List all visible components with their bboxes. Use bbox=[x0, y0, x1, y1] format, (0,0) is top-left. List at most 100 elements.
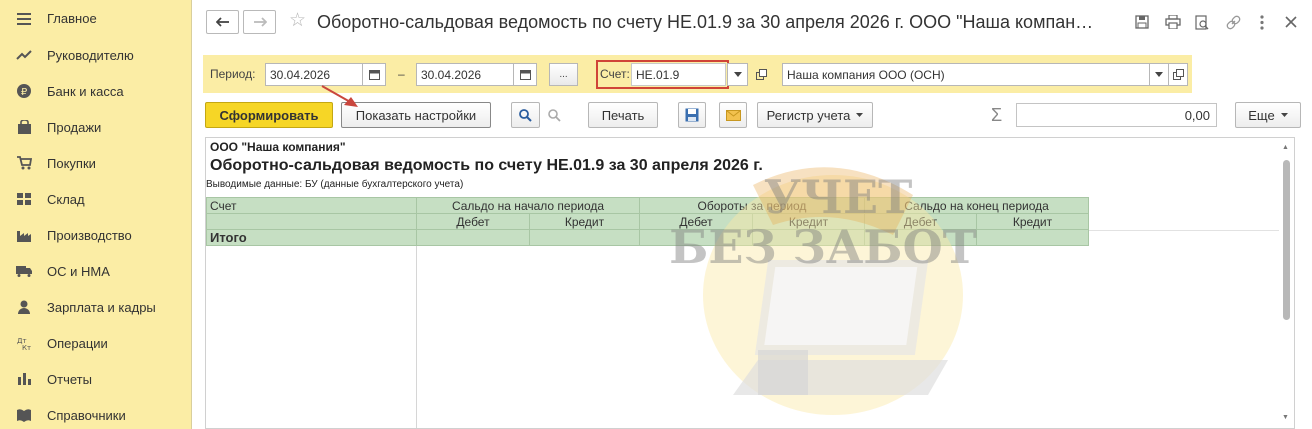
warehouse-icon bbox=[16, 191, 32, 207]
scroll-thumb[interactable] bbox=[1283, 160, 1290, 320]
svg-text:Кт: Кт bbox=[22, 344, 31, 350]
page-title: Оборотно-сальдовая ведомость по счету НЕ… bbox=[317, 12, 1094, 32]
generate-button[interactable]: Сформировать bbox=[205, 102, 333, 128]
sidebar-item-label: Главное bbox=[47, 11, 97, 26]
send-email-button[interactable] bbox=[719, 102, 747, 128]
report-document[interactable]: ООО "Наша компания" Оборотно-сальдовая в… bbox=[205, 137, 1295, 429]
sidebar-item-production[interactable]: Производство bbox=[0, 217, 191, 253]
account-dropdown-button[interactable] bbox=[727, 63, 748, 86]
scroll-up-icon[interactable]: ▲ bbox=[1282, 144, 1289, 151]
report-organization: ООО "Наша компания" bbox=[210, 140, 346, 154]
date-from-calendar-button[interactable] bbox=[362, 63, 386, 86]
svg-text:₽: ₽ bbox=[21, 87, 28, 98]
sidebar-item-label: Банк и касса bbox=[47, 83, 124, 99]
column-divider bbox=[416, 246, 417, 428]
chevron-down-icon bbox=[1155, 72, 1163, 77]
report-title: Оборотно-сальдовая ведомость по счету НЕ… bbox=[210, 157, 763, 174]
filter-bar: Период: 30.04.2026 – 30.04.2026 ... Счет… bbox=[203, 55, 1192, 93]
bag-icon bbox=[16, 119, 32, 135]
more-vertical-icon[interactable] bbox=[1253, 13, 1271, 31]
favorite-star-icon[interactable]: ☆ bbox=[289, 11, 306, 31]
print-icon[interactable] bbox=[1164, 13, 1182, 31]
date-from-field[interactable]: 30.04.2026 bbox=[265, 63, 363, 86]
total-cell bbox=[529, 229, 640, 246]
report-window: ☆ Оборотно-сальдовая ведомость по счету … bbox=[193, 0, 1312, 429]
account-field[interactable]: НЕ.01.9 bbox=[631, 63, 726, 86]
total-cell bbox=[752, 229, 865, 246]
sum-icon: Σ bbox=[991, 105, 1003, 125]
organization-open-button[interactable] bbox=[1168, 63, 1188, 86]
sidebar-item-bank[interactable]: ₽ Банк и касса bbox=[0, 73, 191, 109]
sidebar-item-fixed-assets[interactable]: ОС и НМА bbox=[0, 253, 191, 289]
sidebar-item-salary[interactable]: Зарплата и кадры bbox=[0, 289, 191, 325]
header-closing-debit: Дебет bbox=[864, 213, 977, 230]
report-table-header: Счет Сальдо на начало периода Обороты за… bbox=[206, 197, 1089, 246]
show-settings-button[interactable]: Показать настройки bbox=[341, 102, 491, 128]
calendar-icon bbox=[368, 70, 380, 80]
total-cell bbox=[416, 229, 530, 246]
ruble-icon: ₽ bbox=[16, 83, 32, 99]
factory-icon bbox=[16, 227, 32, 243]
sidebar-item-main[interactable]: Главное bbox=[0, 0, 191, 37]
sidebar-item-label: Зарплата и кадры bbox=[47, 299, 156, 315]
sidebar-item-purchases[interactable]: Покупки bbox=[0, 145, 191, 181]
report-output-data: Выводимые данные: БУ (данные бухгалтерск… bbox=[206, 179, 464, 190]
save-button[interactable] bbox=[678, 102, 706, 128]
date-to-calendar-button[interactable] bbox=[513, 63, 537, 86]
floppy-icon bbox=[685, 108, 699, 122]
search-cancel-icon bbox=[548, 108, 561, 122]
header-opening-debit: Дебет bbox=[416, 213, 530, 230]
date-to-field[interactable]: 30.04.2026 bbox=[416, 63, 514, 86]
preview-icon[interactable] bbox=[1193, 13, 1211, 31]
sidebar-item-label: Склад bbox=[47, 191, 85, 207]
more-label: Еще bbox=[1248, 107, 1275, 123]
cart-icon bbox=[16, 155, 32, 171]
save-doc-icon[interactable] bbox=[1133, 13, 1151, 31]
header-opening-balance: Сальдо на начало периода bbox=[416, 197, 640, 214]
sidebar-item-label: ОС и НМА bbox=[47, 263, 110, 279]
search-button[interactable] bbox=[511, 102, 540, 128]
search-cancel-button[interactable] bbox=[540, 102, 569, 128]
forward-button[interactable] bbox=[243, 10, 276, 34]
header-closing-balance: Сальдо на конец периода bbox=[864, 197, 1089, 214]
scroll-down-icon[interactable]: ▼ bbox=[1282, 414, 1289, 421]
menu-icon bbox=[16, 11, 32, 27]
organization-field[interactable]: Наша компания ООО (ОСН) bbox=[782, 63, 1150, 86]
more-button[interactable]: Еще bbox=[1235, 102, 1301, 128]
back-button[interactable] bbox=[206, 10, 239, 34]
organization-dropdown-button[interactable] bbox=[1149, 63, 1169, 86]
print-button[interactable]: Печать bbox=[588, 102, 658, 128]
sidebar-item-reports[interactable]: Отчеты bbox=[0, 361, 191, 397]
sidebar-item-label: Производство bbox=[47, 227, 132, 243]
trend-icon bbox=[16, 47, 32, 63]
sidebar-item-label: Справочники bbox=[47, 407, 126, 423]
total-cell bbox=[976, 229, 1089, 246]
calendar-icon bbox=[519, 70, 531, 80]
header-opening-credit: Кредит bbox=[529, 213, 640, 230]
chevron-down-icon bbox=[733, 72, 742, 77]
account-open-button[interactable] bbox=[751, 63, 771, 86]
vertical-scrollbar[interactable]: ▲ ▼ bbox=[1280, 138, 1294, 428]
sidebar-item-label: Руководителю bbox=[47, 47, 134, 63]
header-turnover: Обороты за период bbox=[639, 197, 865, 214]
register-label: Регистр учета bbox=[766, 107, 851, 123]
truck-icon bbox=[16, 263, 32, 279]
sidebar-item-director[interactable]: Руководителю bbox=[0, 37, 191, 73]
envelope-icon bbox=[725, 109, 741, 121]
header-account-empty bbox=[206, 213, 417, 230]
sidebar-item-directories[interactable]: Справочники bbox=[0, 397, 191, 429]
report-toolbar: Сформировать Показать настройки Печать Р… bbox=[193, 101, 1312, 131]
sidebar-item-operations[interactable]: Дт Кт Операции bbox=[0, 325, 191, 361]
header-turnover-debit: Дебет bbox=[639, 213, 753, 230]
header-turnover-credit: Кредит bbox=[752, 213, 865, 230]
sidebar-item-warehouse[interactable]: Склад bbox=[0, 181, 191, 217]
choose-period-button[interactable]: ... bbox=[549, 63, 578, 86]
sections-sidebar: Главное Руководителю ₽ Банк и касса Прод… bbox=[0, 0, 192, 429]
close-icon[interactable] bbox=[1282, 13, 1300, 31]
register-button[interactable]: Регистр учета bbox=[757, 102, 873, 128]
chevron-down-icon bbox=[1280, 113, 1288, 117]
sidebar-item-sales[interactable]: Продажи bbox=[0, 109, 191, 145]
book-icon bbox=[16, 407, 32, 423]
person-icon bbox=[16, 299, 32, 315]
link-icon[interactable] bbox=[1224, 13, 1242, 31]
